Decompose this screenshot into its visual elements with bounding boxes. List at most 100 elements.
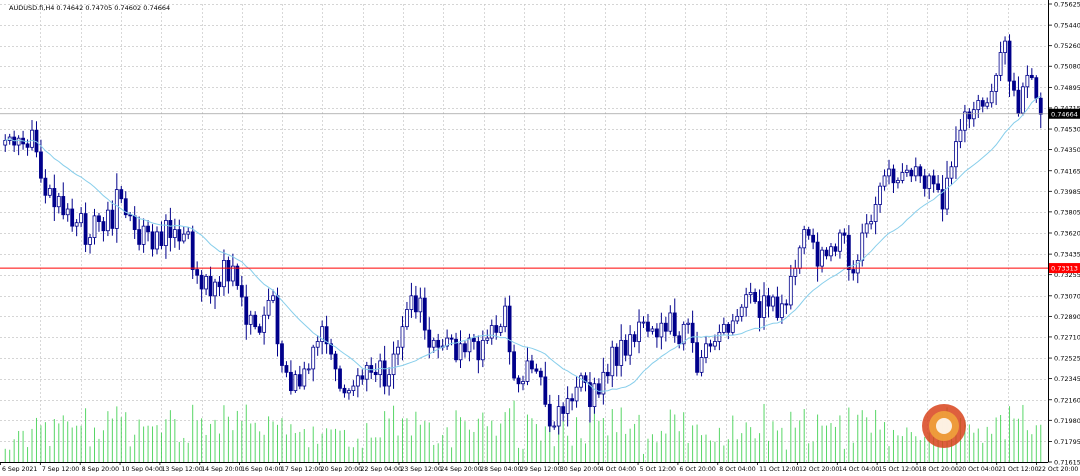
candle-body — [297, 374, 302, 387]
x-tick-label: 24 Sep 20:00 — [440, 466, 481, 472]
candle-body — [342, 387, 347, 394]
candle-body — [672, 312, 677, 337]
candle-body — [931, 175, 936, 185]
candle-body — [713, 341, 717, 347]
candle-body — [280, 343, 284, 366]
candle-body — [275, 295, 280, 345]
candle-body — [119, 189, 124, 200]
candle-body — [967, 111, 972, 120]
candle-body — [150, 231, 155, 250]
candle-body — [70, 208, 75, 227]
candle-body — [1038, 97, 1043, 115]
candle-body — [284, 365, 289, 373]
candle-body — [788, 276, 793, 306]
candle-body — [985, 102, 990, 107]
candle-body — [512, 351, 516, 379]
x-tick-label: 5 Oct 12:00 — [640, 466, 676, 472]
candle-body — [547, 403, 552, 427]
candle-body — [829, 246, 833, 257]
candle-body — [896, 180, 900, 184]
candle-body — [1029, 74, 1034, 79]
y-tick-label: 0.73620 — [1054, 230, 1080, 238]
candle-body — [820, 249, 824, 267]
candle-body — [717, 331, 722, 342]
candle-body — [971, 109, 976, 120]
candle-body — [516, 377, 521, 385]
x-tick-label: 14 Oct 04:00 — [839, 466, 879, 472]
candle-body — [92, 215, 97, 238]
x-tick-label: 6 Oct 20:00 — [679, 466, 715, 472]
candle-body — [534, 368, 539, 372]
x-tick-label: 28 Sep 04:00 — [480, 466, 521, 472]
candle-body — [418, 297, 423, 313]
candle-body — [257, 326, 262, 333]
candle-body — [851, 269, 856, 274]
candle-body — [306, 368, 311, 371]
candle-body — [338, 368, 342, 389]
candle-body — [1025, 74, 1030, 88]
candle-body — [110, 209, 115, 229]
candle-body — [811, 234, 816, 243]
candle-body — [824, 249, 829, 257]
candle-body — [771, 296, 775, 307]
candle-body — [878, 185, 882, 205]
candle-body — [222, 260, 226, 288]
candle-body — [686, 322, 691, 325]
candle-body — [806, 229, 811, 236]
y-tick-label: 0.74895 — [1054, 84, 1080, 92]
candle-body — [882, 175, 887, 187]
candle-body — [503, 305, 508, 328]
candle-body — [235, 265, 240, 286]
candle-body — [155, 231, 159, 250]
candle-body — [494, 325, 499, 333]
candle-body — [74, 222, 79, 227]
candle-body — [422, 297, 427, 331]
candle-body — [378, 360, 383, 376]
candle-body — [570, 398, 574, 402]
candle-body — [730, 320, 735, 333]
candle-body — [766, 295, 771, 307]
candle-body — [79, 213, 84, 224]
candle-body — [744, 294, 749, 308]
candle-body — [962, 111, 967, 131]
candle-body — [3, 140, 8, 146]
candle-body — [945, 177, 949, 210]
x-tick-label: 7 Sep 12:00 — [42, 466, 79, 472]
x-tick-label: 23 Sep 12:00 — [400, 466, 441, 472]
candle-body — [909, 169, 914, 177]
x-tick-label: 15 Oct 12:00 — [879, 466, 919, 472]
candle-body — [757, 301, 762, 318]
candle-body — [922, 175, 927, 189]
candle-body — [904, 169, 909, 173]
x-tick-label: 10 Sep 04:00 — [122, 466, 163, 472]
candle-body — [704, 343, 708, 358]
candle-body — [650, 328, 655, 332]
candle-body — [373, 371, 378, 376]
candle-body — [980, 100, 985, 107]
candle-body — [708, 343, 713, 347]
candle-body — [485, 337, 490, 341]
candle-body — [668, 312, 673, 332]
logo-icon — [922, 404, 966, 448]
candle-body — [690, 322, 695, 344]
y-tick-label: 0.75080 — [1054, 63, 1080, 71]
candle-body — [900, 172, 905, 181]
x-tick-label: 22 Sep 04:00 — [361, 466, 402, 472]
candle-body — [543, 376, 548, 405]
candle-body — [146, 225, 150, 233]
candle-body — [39, 151, 43, 179]
y-tick-label: 0.75440 — [1054, 22, 1080, 30]
candle-body — [476, 341, 481, 361]
candle-body — [489, 325, 494, 339]
candle-body — [641, 321, 646, 324]
candle-body — [405, 309, 409, 328]
candle-body — [248, 314, 253, 325]
candle-body — [364, 365, 369, 380]
candle-body — [387, 374, 391, 387]
candle-body — [30, 129, 34, 148]
candle-body — [253, 314, 258, 328]
candle-body — [239, 285, 244, 298]
y-tick-label: 0.73435 — [1054, 251, 1080, 259]
candle-body — [262, 314, 267, 333]
candle-body — [195, 269, 200, 276]
